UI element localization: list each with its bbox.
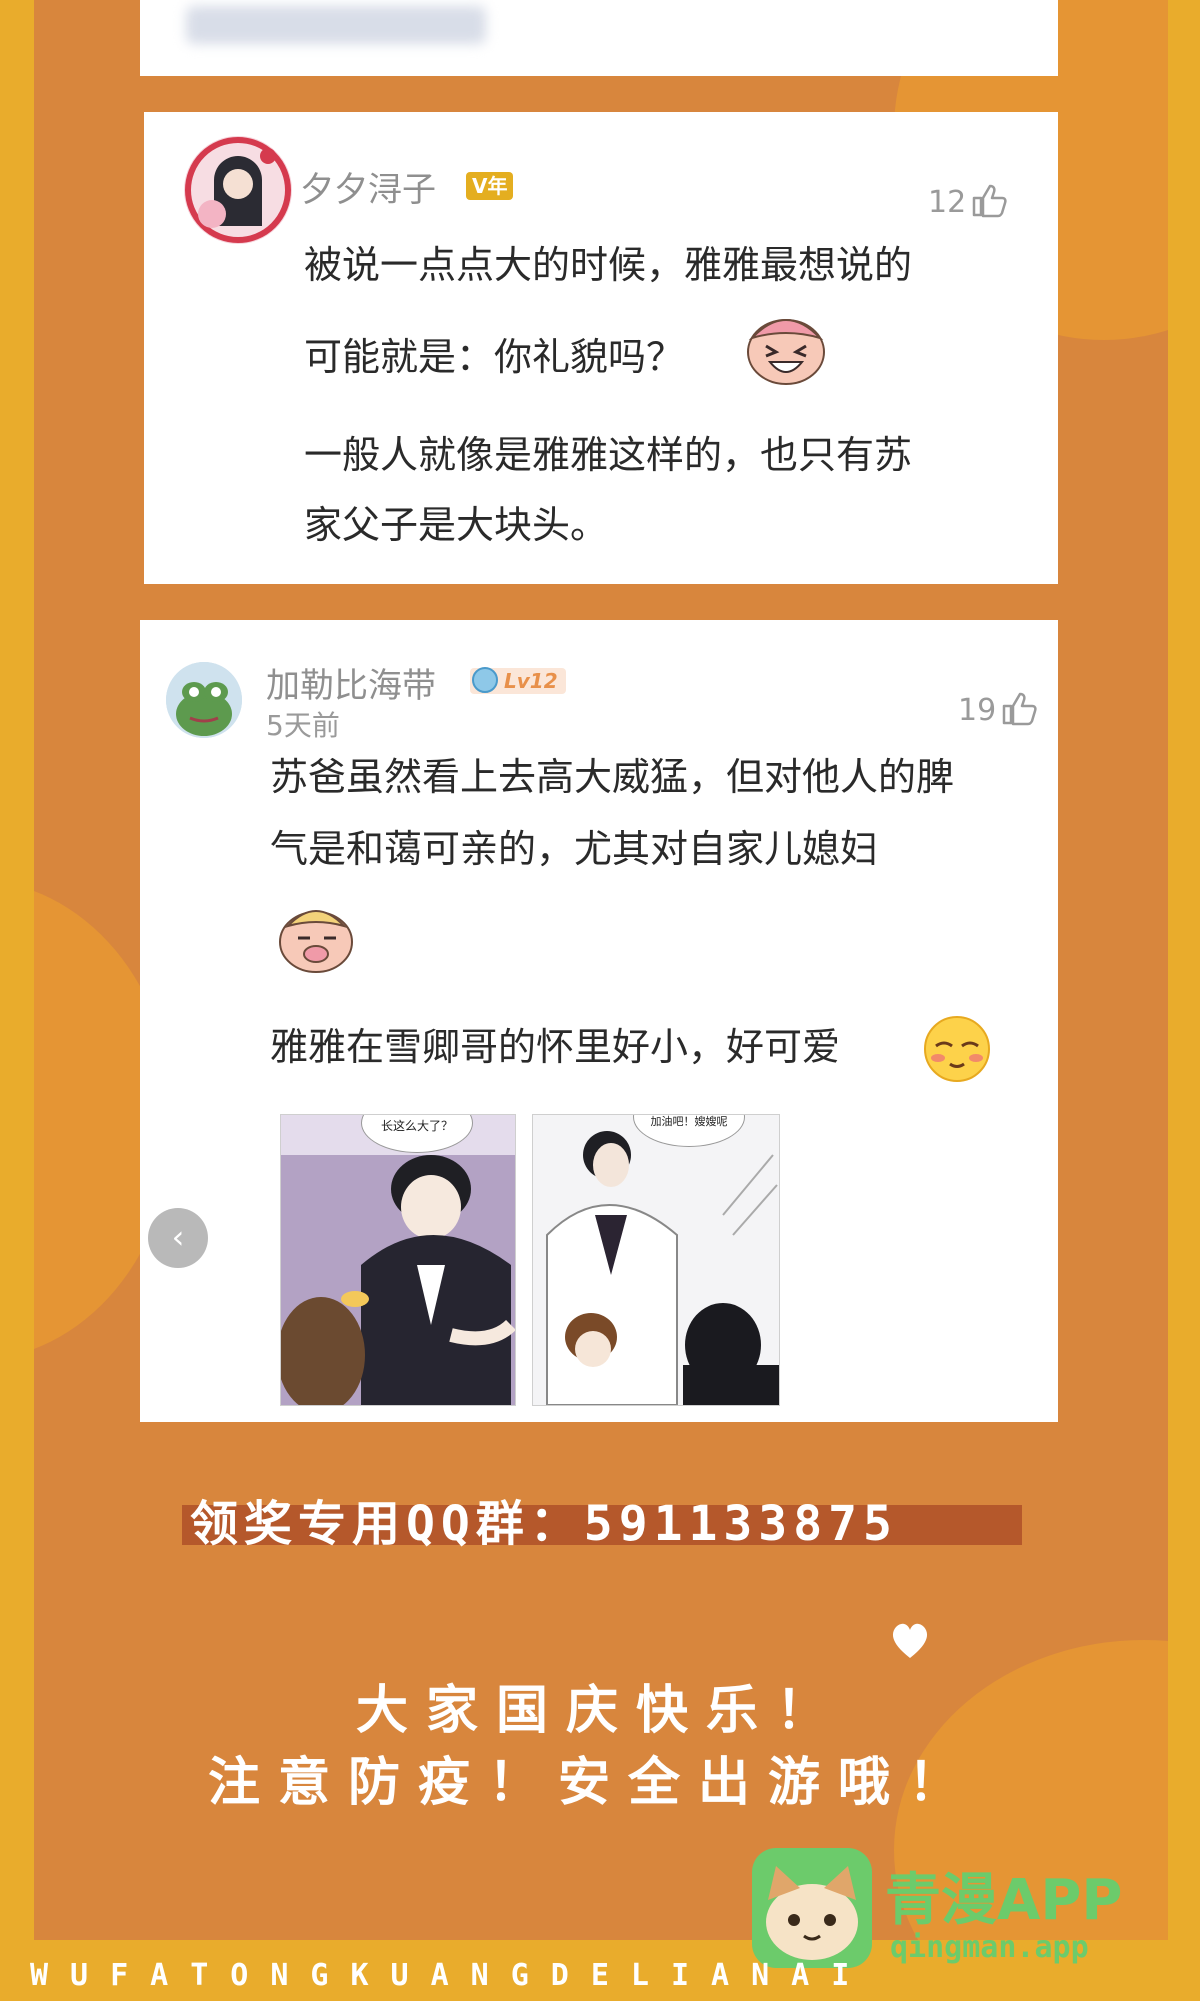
app-name: 青漫APP: [885, 1868, 1123, 1933]
comment-card-1: 夕夕浔子 V年 12 被说一点点大的时候，雅雅最想说的 可能就是：你礼貌吗？ 一…: [144, 112, 1058, 584]
like-count[interactable]: 12: [928, 182, 1008, 226]
footer-title-letters: WUFATONGKUANGDELIANAI: [30, 1958, 872, 1993]
vip-badge: V年: [466, 172, 514, 200]
like-count-value: 12: [928, 185, 967, 220]
level-icon: [472, 667, 498, 693]
speech-bubble-text: 长这么大了？: [380, 1119, 453, 1133]
comment-text-line: 一般人就像是雅雅这样的，也只有苏: [304, 433, 913, 477]
app-logo-cat-icon: [752, 1848, 872, 1968]
greeting-line-1: 大家国庆快乐！: [356, 1681, 847, 1741]
carousel-prev-button[interactable]: ‹: [148, 1208, 208, 1268]
comment-card-2: 加勒比海带 Lv12 5天前 19 苏爸虽然看上去高大威猛，但对他人的脾 气是和…: [140, 620, 1058, 1422]
comment-text-line: 被说一点点大的时候，雅雅最想说的: [304, 243, 913, 287]
smirk-sticker-icon: [274, 896, 358, 980]
comment-text-line: 可能就是：你礼貌吗？: [304, 335, 685, 379]
app-url: qingman.app: [890, 1930, 1089, 1965]
username[interactable]: 夕夕浔子: [300, 162, 436, 211]
thumbs-up-icon: [1000, 690, 1038, 734]
laughing-sticker-icon: [742, 308, 830, 392]
manga-panel-image-2[interactable]: 加油吧！嫂嫂呢: [532, 1114, 780, 1406]
like-count[interactable]: 19: [958, 690, 1038, 734]
blushing-face-icon: [922, 1014, 992, 1088]
level-badge: Lv12: [470, 667, 566, 694]
comment-text-line: 家父子是大块头。: [304, 503, 609, 547]
manga-panel-image-1[interactable]: 长这么大了？: [280, 1114, 516, 1406]
user-avatar[interactable]: [166, 662, 242, 738]
blurred-text: [186, 6, 486, 44]
speech-bubble-text: 加油吧！嫂嫂呢: [650, 1115, 728, 1128]
greeting-line-2: 注意防疫！安全出游哦！: [208, 1753, 979, 1813]
level-text: Lv12: [504, 669, 558, 693]
heart-icon: [888, 1620, 932, 1664]
username[interactable]: 加勒比海带: [266, 658, 436, 707]
qq-group-text: 领奖专用QQ群：591133875: [190, 1496, 898, 1552]
user-avatar[interactable]: [184, 136, 292, 244]
thumbs-up-icon: [970, 182, 1008, 226]
comment-text-line: 苏爸虽然看上去高大威猛，但对他人的脾: [270, 755, 955, 799]
comment-text-line: 气是和蔼可亲的，尤其对自家儿媳妇: [270, 827, 879, 871]
previous-comment-card: [140, 0, 1058, 76]
like-count-value: 19: [958, 693, 997, 728]
comment-text-line: 雅雅在雪卿哥的怀里好小，好可爱: [270, 1025, 841, 1069]
